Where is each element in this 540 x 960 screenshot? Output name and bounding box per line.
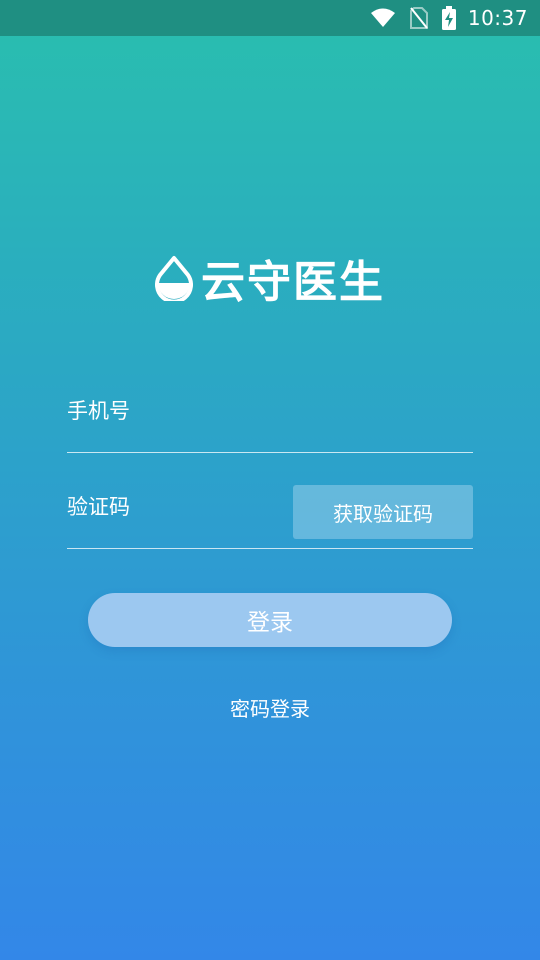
code-field-row: 获取验证码 [67,485,473,549]
no-sim-icon [409,7,428,29]
status-time: 10:37 [467,6,528,30]
login-screen: 10:37 云守医生 获取验证码 登录 密码登录 [0,0,540,960]
app-logo: 云守医生 [0,246,540,310]
wifi-icon [370,8,396,28]
phone-field-row [67,394,473,453]
battery-charging-icon [441,6,456,30]
water-drop-icon [155,256,193,301]
get-code-button[interactable]: 获取验证码 [293,485,473,539]
app-name: 云守医生 [201,257,385,308]
phone-input[interactable] [67,394,287,428]
password-login-link[interactable]: 密码登录 [0,693,540,722]
login-button[interactable]: 登录 [88,593,452,647]
status-bar: 10:37 [0,0,540,36]
verification-code-input[interactable] [67,490,287,524]
